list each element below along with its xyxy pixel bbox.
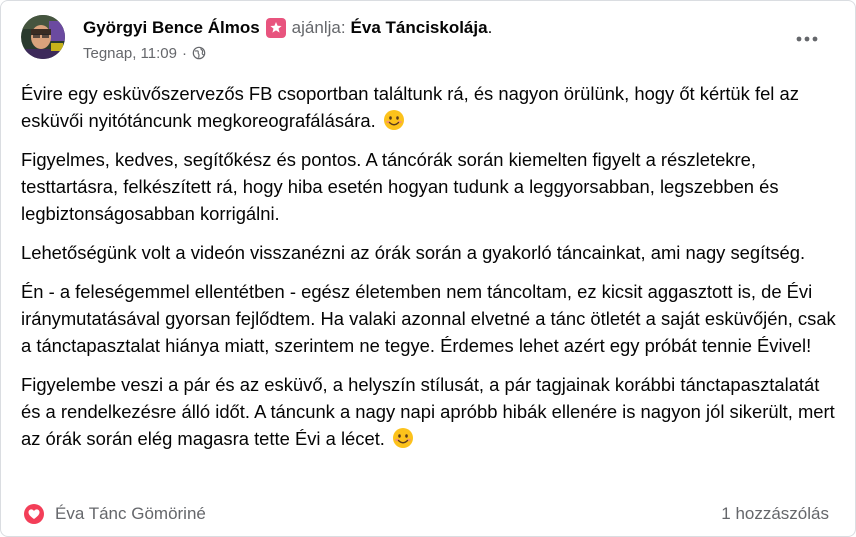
author-avatar[interactable]	[21, 15, 65, 59]
meta-separator: ·	[181, 44, 187, 62]
reactions-summary[interactable]: Éva Tánc Gömöriné	[23, 501, 206, 527]
recommends-label: ajánlja:	[291, 18, 346, 37]
post-paragraph: Én - a feleségemmel ellentétben - egész …	[21, 281, 836, 356]
reactor-name[interactable]: Éva Tánc Gömöriné	[55, 504, 206, 524]
post-paragraph: Lehetőségünk volt a videón visszanézni a…	[21, 242, 806, 263]
post-paragraph: Figyelmes, kedves, segítőkész és pontos.…	[21, 149, 779, 224]
globe-icon[interactable]	[192, 46, 206, 60]
post-paragraph: Figyelembe veszi a pár és az esküvő, a h…	[21, 374, 835, 449]
smiling-face-emoji-icon	[383, 109, 405, 131]
post-meta: Tegnap, 11:09 ·	[83, 43, 206, 63]
smiling-face-emoji-icon	[392, 427, 414, 449]
page-name-link[interactable]: Éva Tánciskolája	[351, 17, 488, 39]
recommend-icon	[265, 18, 286, 38]
author-name[interactable]: Györgyi Bence Álmos	[83, 17, 260, 39]
heart-reaction-icon	[23, 503, 45, 525]
post-header-line: Györgyi Bence Álmos ajánlja: Éva Táncisk…	[83, 16, 492, 40]
post-timestamp[interactable]: Tegnap, 11:09	[83, 45, 177, 62]
post-body: Évire egy esküvőszervezős FB csoportban …	[21, 80, 837, 464]
post-paragraph: Évire egy esküvőszervezős FB csoportban …	[21, 83, 799, 131]
review-post-card: Györgyi Bence Álmos ajánlja: Éva Táncisk…	[0, 0, 856, 537]
comments-count[interactable]: 1 hozzászólás	[721, 501, 829, 527]
more-options-icon[interactable]	[789, 27, 825, 51]
header-trailing-dot: .	[487, 18, 493, 37]
